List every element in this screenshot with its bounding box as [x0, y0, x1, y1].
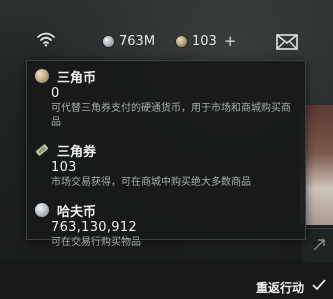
top-status-bar: 763M 103 +	[0, 28, 333, 56]
expand-icon[interactable]	[313, 236, 325, 251]
currency-description: 可在交易行购买物品	[51, 237, 141, 248]
currency-tooltip: 三角币 0 可代替三角券支付的硬通货币，用于市场和商城购买商品 三角券 103 …	[26, 60, 306, 248]
currency-value: 763,130,912	[51, 220, 138, 235]
currency-entry: 三角券 103 市场交易获得，可在商城中购买绝大多数商品	[35, 141, 291, 190]
mail-icon[interactable]	[276, 34, 298, 50]
currency-entry: 哈夫币 763,130,912 可在交易行购买物品	[35, 201, 291, 250]
gold-coin-icon	[176, 35, 187, 47]
silver-currency[interactable]: 763M	[103, 32, 155, 50]
gold-currency[interactable]: 103 +	[176, 32, 236, 50]
currency-title: 三角券	[57, 144, 97, 160]
add-currency-button[interactable]: +	[224, 32, 237, 50]
currency-title: 三角币	[57, 70, 97, 86]
currency-title: 哈夫币	[57, 204, 97, 220]
currency-description: 市场交易获得，可在商城中购买绝大多数商品	[51, 177, 251, 188]
silver-coin-icon	[103, 35, 114, 47]
wifi-icon	[36, 31, 56, 47]
return-to-action-button[interactable]: 重返行动	[245, 276, 315, 298]
currency-value: 103	[51, 160, 77, 175]
currency-value: 0	[51, 86, 60, 101]
currency-description: 可代替三角券支付的硬通货币，用于市场和商城购买商品	[51, 103, 291, 128]
currency-entry: 三角币 0 可代替三角券支付的硬通货币，用于市场和商城购买商品	[35, 67, 291, 130]
checkmark-icon	[312, 277, 326, 291]
silver-coin-icon	[35, 203, 49, 217]
silver-amount: 763M	[119, 33, 156, 49]
gold-amount: 103	[192, 33, 217, 49]
gold-coin-icon	[35, 69, 49, 83]
ticket-icon	[35, 143, 49, 157]
